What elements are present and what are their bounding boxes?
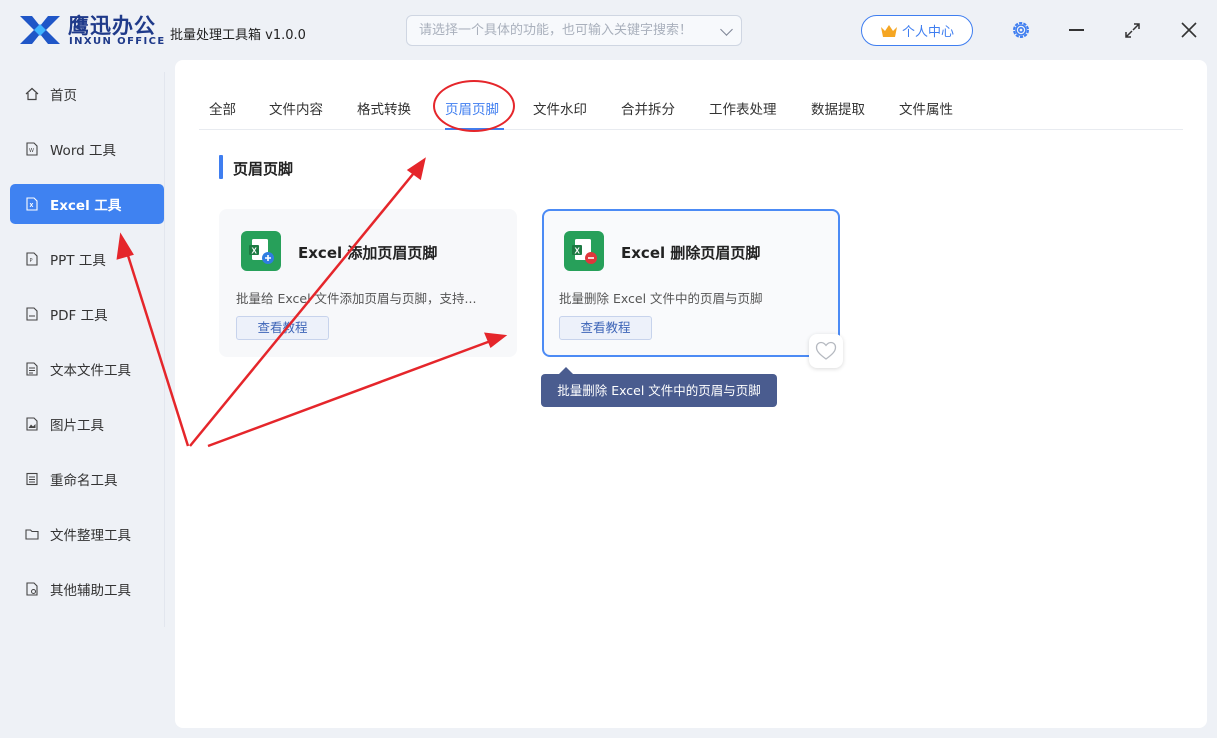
app-title: 批量处理工具箱 v1.0.0 (170, 28, 306, 43)
sidebar-item-image[interactable]: 图片工具 (10, 404, 164, 444)
tab-worksheet[interactable]: 工作表处理 (709, 98, 777, 118)
svg-text:X: X (30, 203, 34, 209)
sidebar-item-text[interactable]: 文本文件工具 (10, 349, 164, 389)
sidebar-item-label: 文本文件工具 (50, 363, 131, 379)
tab-watermark[interactable]: 文件水印 (533, 98, 587, 118)
main-panel: 全部 文件内容 格式转换 页眉页脚 文件水印 合并拆分 工作表处理 数据提取 文… (175, 60, 1207, 728)
excel-add-icon: X (241, 231, 281, 271)
gear-icon[interactable] (1011, 20, 1031, 40)
sidebar-divider (164, 72, 165, 627)
card-description: 批量给 Excel 文件添加页眉与页脚，支持... (236, 291, 477, 306)
excel-file-icon: X (26, 197, 38, 211)
tab-merge-split[interactable]: 合并拆分 (621, 98, 675, 118)
inxun-logo-icon (20, 16, 60, 44)
rename-icon (26, 472, 38, 486)
section-marker (219, 155, 223, 179)
svg-text:X: X (252, 247, 258, 256)
tool-card-add-header-footer[interactable]: X Excel 添加页眉页脚 批量给 Excel 文件添加页眉与页脚，支持...… (219, 209, 517, 357)
sidebar-item-rename[interactable]: 重命名工具 (10, 459, 164, 499)
search-input[interactable]: 请选择一个具体的功能，也可输入关键字搜索！ (406, 15, 742, 46)
close-button[interactable] (1180, 21, 1198, 39)
sidebar-item-home[interactable]: 首页 (10, 74, 164, 114)
sidebar-item-label: Word 工具 (50, 143, 116, 159)
tab-all[interactable]: 全部 (209, 98, 236, 118)
svg-text:W: W (29, 148, 34, 154)
heart-icon (815, 341, 837, 360)
sidebar-item-label: 图片工具 (50, 418, 104, 434)
excel-remove-icon: X (564, 231, 604, 271)
card-description: 批量删除 Excel 文件中的页眉与页脚 (559, 291, 763, 306)
search-placeholder: 请选择一个具体的功能，也可输入关键字搜索！ (419, 23, 693, 38)
tab-data-extract[interactable]: 数据提取 (811, 98, 865, 118)
chevron-down-icon[interactable] (720, 23, 733, 36)
tab-file-properties[interactable]: 文件属性 (899, 98, 953, 118)
svg-text:P: P (30, 258, 33, 264)
svg-text:X: X (575, 247, 581, 256)
sidebar-item-excel[interactable]: X Excel 工具 (10, 184, 164, 224)
crown-icon (880, 24, 897, 37)
folder-icon (25, 529, 39, 540)
pdf-file-icon (26, 307, 38, 321)
tab-file-content[interactable]: 文件内容 (269, 98, 323, 118)
sidebar-item-label: Excel 工具 (50, 198, 122, 214)
sidebar: 首页 W Word 工具 X Excel 工具 P PPT 工具 PDF 工具 … (0, 60, 172, 738)
tab-format-conversion[interactable]: 格式转换 (357, 98, 411, 118)
view-tutorial-button[interactable]: 查看教程 (559, 316, 652, 340)
sidebar-item-label: PPT 工具 (50, 253, 106, 269)
home-icon (25, 87, 39, 101)
favorite-button[interactable] (809, 334, 843, 368)
sidebar-item-label: 首页 (50, 88, 77, 104)
annotation-circle (433, 80, 515, 132)
tooltip: 批量删除 Excel 文件中的页眉与页脚 (541, 367, 777, 407)
section-title: 页眉页脚 (233, 160, 294, 178)
minimize-button[interactable] (1069, 29, 1084, 31)
category-tabs: 全部 文件内容 格式转换 页眉页脚 文件水印 合并拆分 工作表处理 数据提取 文… (199, 90, 1183, 130)
maximize-button[interactable] (1124, 22, 1141, 39)
text-file-icon (26, 362, 38, 376)
user-center-label: 个人中心 (901, 25, 954, 40)
sidebar-item-label: 文件整理工具 (50, 528, 131, 544)
sidebar-item-label: PDF 工具 (50, 308, 108, 324)
sidebar-item-organize[interactable]: 文件整理工具 (10, 514, 164, 554)
title-bar: 鹰迅办公 INXUN OFFICE 批量处理工具箱 v1.0.0 请选择一个具体… (0, 0, 1217, 60)
word-file-icon: W (26, 142, 38, 156)
sidebar-item-ppt[interactable]: P PPT 工具 (10, 239, 164, 279)
sidebar-item-label: 重命名工具 (50, 473, 118, 489)
sidebar-item-label: 其他辅助工具 (50, 583, 131, 599)
card-title: Excel 删除页眉页脚 (621, 244, 761, 262)
ppt-file-icon: P (26, 252, 38, 266)
sidebar-item-other[interactable]: 其他辅助工具 (10, 569, 164, 609)
tools-icon (26, 582, 38, 596)
view-tutorial-button[interactable]: 查看教程 (236, 316, 329, 340)
card-title: Excel 添加页眉页脚 (298, 244, 438, 262)
brand-name-en: INXUN OFFICE (69, 36, 166, 47)
sidebar-item-word[interactable]: W Word 工具 (10, 129, 164, 169)
image-file-icon (26, 417, 38, 431)
tool-card-remove-header-footer[interactable]: X Excel 删除页眉页脚 批量删除 Excel 文件中的页眉与页脚 查看教程 (542, 209, 840, 357)
user-center-button[interactable]: 个人中心 (861, 15, 973, 46)
sidebar-item-pdf[interactable]: PDF 工具 (10, 294, 164, 334)
